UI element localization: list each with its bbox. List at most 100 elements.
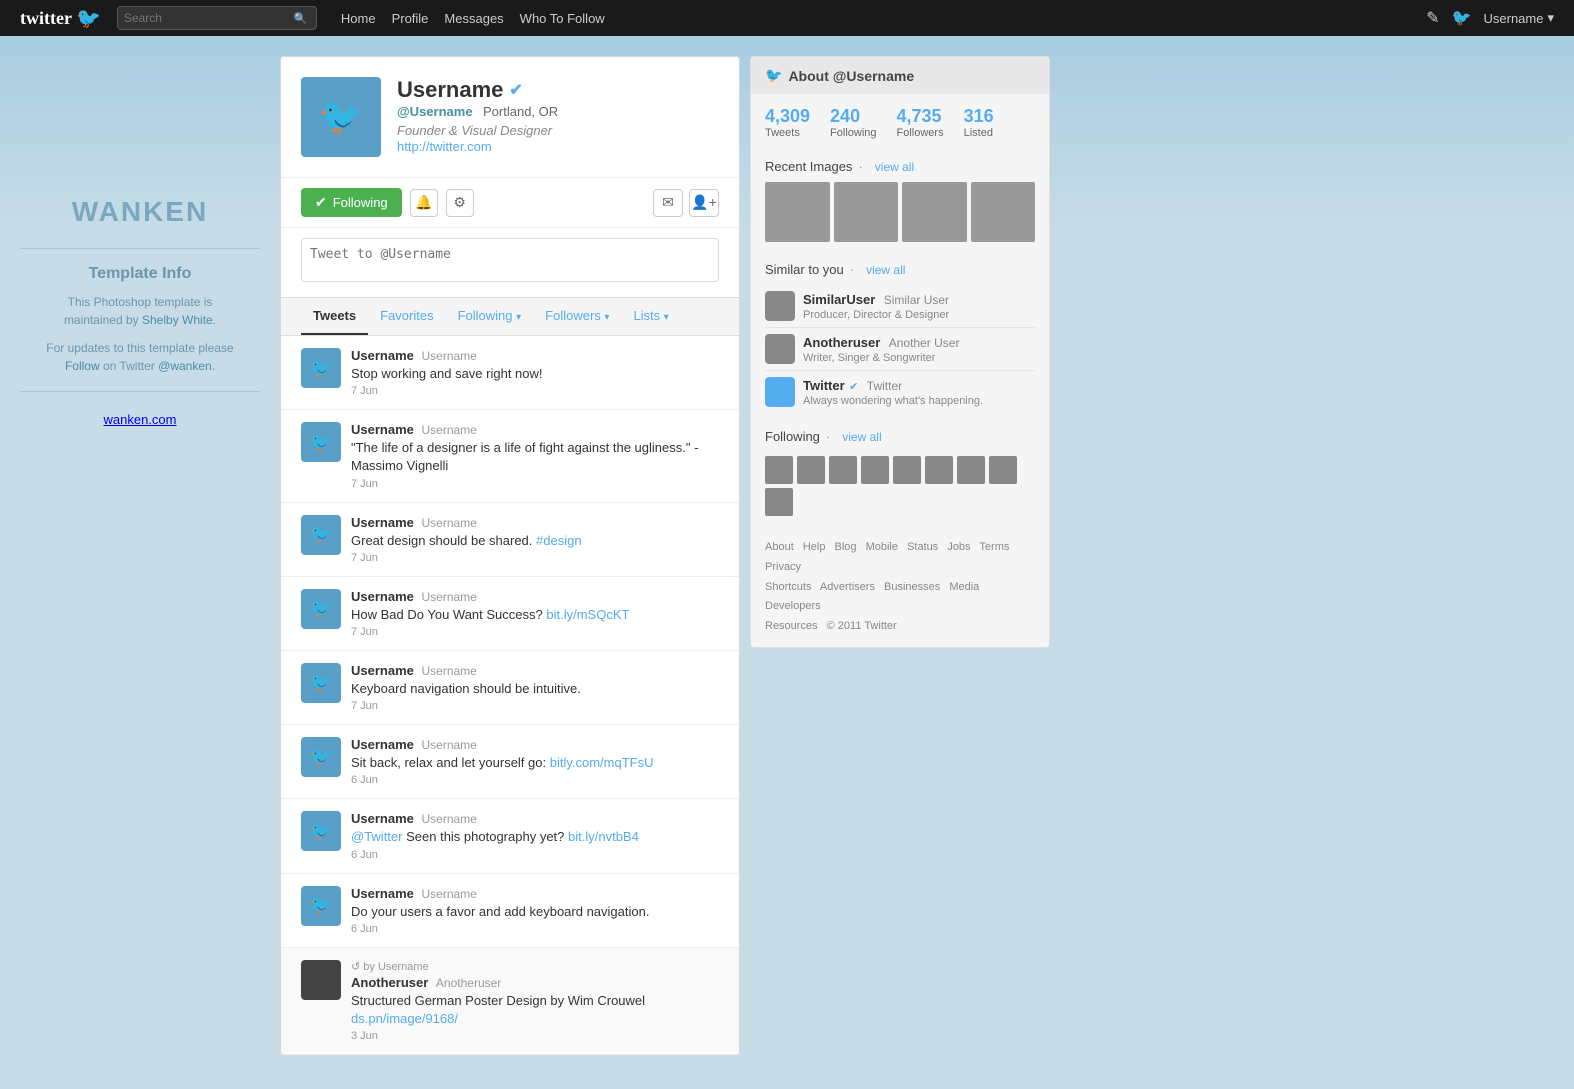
tweet-author: Username Username xyxy=(351,811,719,826)
tweet-body: ↺ by Username Anotheruser Anotheruser St… xyxy=(351,960,719,1042)
tweet-item: ↺ by Username Anotheruser Anotheruser St… xyxy=(281,948,739,1055)
footer-shortcuts-link[interactable]: Shortcuts xyxy=(765,581,811,593)
profile-website-link[interactable]: http://twitter.com xyxy=(397,139,492,154)
footer-media-link[interactable]: Media xyxy=(949,581,979,593)
tweet-input-area[interactable] xyxy=(281,227,739,297)
logo-bird-icon: 🐦 xyxy=(76,6,101,31)
following-thumb-2 xyxy=(797,456,825,484)
following-thumb-1 xyxy=(765,456,793,484)
tweet-avatar: 🐦 xyxy=(301,811,341,851)
tweet-text: Do your users a favor and add keyboard n… xyxy=(351,903,719,921)
following-thumb-5 xyxy=(893,456,921,484)
retweet-icon: ↺ xyxy=(351,961,360,973)
tweet-bird-icon: 🐦 xyxy=(310,524,332,545)
tweet-body: Username Username Great design should be… xyxy=(351,515,719,564)
search-box[interactable]: 🔍 xyxy=(117,6,317,30)
followers-stat: 4,735 Followers xyxy=(897,106,944,139)
wanken-handle-link[interactable]: @wanken xyxy=(158,359,212,373)
similar-user-avatar xyxy=(765,377,795,407)
tweet-textarea[interactable] xyxy=(301,238,719,282)
recent-images-header: Recent Images · view all xyxy=(751,151,1049,182)
template-update-text: For updates to this template please Foll… xyxy=(20,339,260,375)
following-view-all-link[interactable]: view all xyxy=(842,430,881,444)
compose-icon[interactable]: ✎ xyxy=(1426,8,1439,28)
nav-who-to-follow[interactable]: Who To Follow xyxy=(520,11,605,26)
footer-jobs-link[interactable]: Jobs xyxy=(947,541,970,553)
nav-messages[interactable]: Messages xyxy=(444,11,503,26)
profile-handle-location: @Username Portland, OR xyxy=(397,103,719,121)
retweet-meta: ↺ by Username xyxy=(351,960,719,973)
similar-user-info: Anotheruser Another User Writer, Singer … xyxy=(803,334,959,364)
hashtag-link[interactable]: #design xyxy=(536,533,582,548)
tab-tweets[interactable]: Tweets xyxy=(301,298,368,335)
footer-copyright: © 2011 Twitter xyxy=(827,620,897,632)
chevron-down-icon: ▾ xyxy=(604,312,609,323)
similar-view-all-link[interactable]: view all xyxy=(866,263,905,277)
twitter-bird-icon[interactable]: 🐦 xyxy=(1452,8,1472,28)
settings-gear-button[interactable]: ⚙ xyxy=(446,189,474,217)
main-container: WANKEN Template Info This Photoshop temp… xyxy=(0,36,1574,1076)
tweet-time: 7 Jun xyxy=(351,552,719,564)
footer-advertisers-link[interactable]: Advertisers xyxy=(820,581,875,593)
footer-about-link[interactable]: About xyxy=(765,541,794,553)
notification-bell-button[interactable]: 🔔 xyxy=(410,189,438,217)
wanken-url-link[interactable]: wanken.com xyxy=(104,412,177,427)
tweet-item: 🐦 Username Username How Bad Do You Want … xyxy=(281,577,739,651)
similar-user-item: SimilarUser Similar User Producer, Direc… xyxy=(765,285,1035,328)
user-menu-button[interactable]: Username ▾ xyxy=(1484,10,1555,26)
avatar-bird-icon: 🐦 xyxy=(319,96,364,138)
search-input[interactable] xyxy=(124,11,294,25)
tab-following[interactable]: Following ▾ xyxy=(446,298,534,335)
center-content: 🐦 Username ✔ @Username Portland, OR Foun… xyxy=(280,56,740,1056)
tweet-avatar: 🐦 xyxy=(301,348,341,388)
tweet-link[interactable]: ds.pn/image/9168/ xyxy=(351,1011,458,1026)
follow-link[interactable]: Follow xyxy=(65,359,100,373)
action-bar-right: ✉ 👤+ xyxy=(653,189,719,217)
tweet-time: 7 Jun xyxy=(351,478,719,490)
tweet-link[interactable]: bit.ly/mSQcKT xyxy=(546,607,629,622)
envelope-icon: ✉ xyxy=(662,194,674,211)
footer-help-link[interactable]: Help xyxy=(803,541,826,553)
similar-user-item: Anotheruser Another User Writer, Singer … xyxy=(765,328,1035,371)
footer-terms-link[interactable]: Terms xyxy=(979,541,1009,553)
recent-images-view-all-link[interactable]: view all xyxy=(875,160,914,174)
tweet-bird-icon: 🐦 xyxy=(310,672,332,693)
tab-lists[interactable]: Lists ▾ xyxy=(621,298,680,335)
tab-followers[interactable]: Followers ▾ xyxy=(533,298,621,335)
twitter-logo: twitter 🐦 xyxy=(20,6,101,31)
tweet-bird-icon: 🐦 xyxy=(310,358,332,379)
tweet-time: 3 Jun xyxy=(351,1030,719,1042)
footer-developers-link[interactable]: Developers xyxy=(765,600,821,612)
chevron-down-icon: ▾ xyxy=(516,312,521,323)
add-user-button[interactable]: 👤+ xyxy=(689,189,719,217)
nav-home[interactable]: Home xyxy=(341,11,376,26)
message-button[interactable]: ✉ xyxy=(653,189,683,217)
footer-businesses-link[interactable]: Businesses xyxy=(884,581,940,593)
footer-mobile-link[interactable]: Mobile xyxy=(866,541,898,553)
tab-favorites[interactable]: Favorites xyxy=(368,298,445,335)
sidebar-left: WANKEN Template Info This Photoshop temp… xyxy=(0,56,280,1056)
twitter-bird-icon: 🐦 xyxy=(765,67,782,84)
nav-links: Home Profile Messages Who To Follow xyxy=(341,11,605,26)
following-thumb-9 xyxy=(765,488,793,516)
nav-profile[interactable]: Profile xyxy=(392,11,429,26)
mention-link[interactable]: @Twitter xyxy=(351,829,402,844)
footer-blog-link[interactable]: Blog xyxy=(835,541,857,553)
following-button[interactable]: ✔ Following xyxy=(301,188,402,217)
tweet-link[interactable]: bit.ly/nvtbB4 xyxy=(568,829,639,844)
tweet-text: "The life of a designer is a life of fig… xyxy=(351,439,719,475)
shelby-white-link[interactable]: Shelby White xyxy=(142,313,213,327)
similar-users-header: Similar to you · view all xyxy=(751,254,1049,285)
following-thumb-6 xyxy=(925,456,953,484)
footer-status-link[interactable]: Status xyxy=(907,541,938,553)
footer-resources-link[interactable]: Resources xyxy=(765,620,818,632)
gear-icon: ⚙ xyxy=(453,194,466,211)
footer-privacy-link[interactable]: Privacy xyxy=(765,561,801,573)
tweet-text: Great design should be shared. #design xyxy=(351,532,719,550)
tweet-text: Keyboard navigation should be intuitive. xyxy=(351,680,719,698)
tweet-body: Username Username Do your users a favor … xyxy=(351,886,719,935)
tweet-time: 7 Jun xyxy=(351,700,719,712)
tweet-link[interactable]: bitly.com/mqTFsU xyxy=(550,755,654,770)
sidebar-right: 🐦 About @Username 4,309 Tweets 240 Follo… xyxy=(750,56,1050,1056)
sidebar-url: wanken.com xyxy=(20,412,260,427)
